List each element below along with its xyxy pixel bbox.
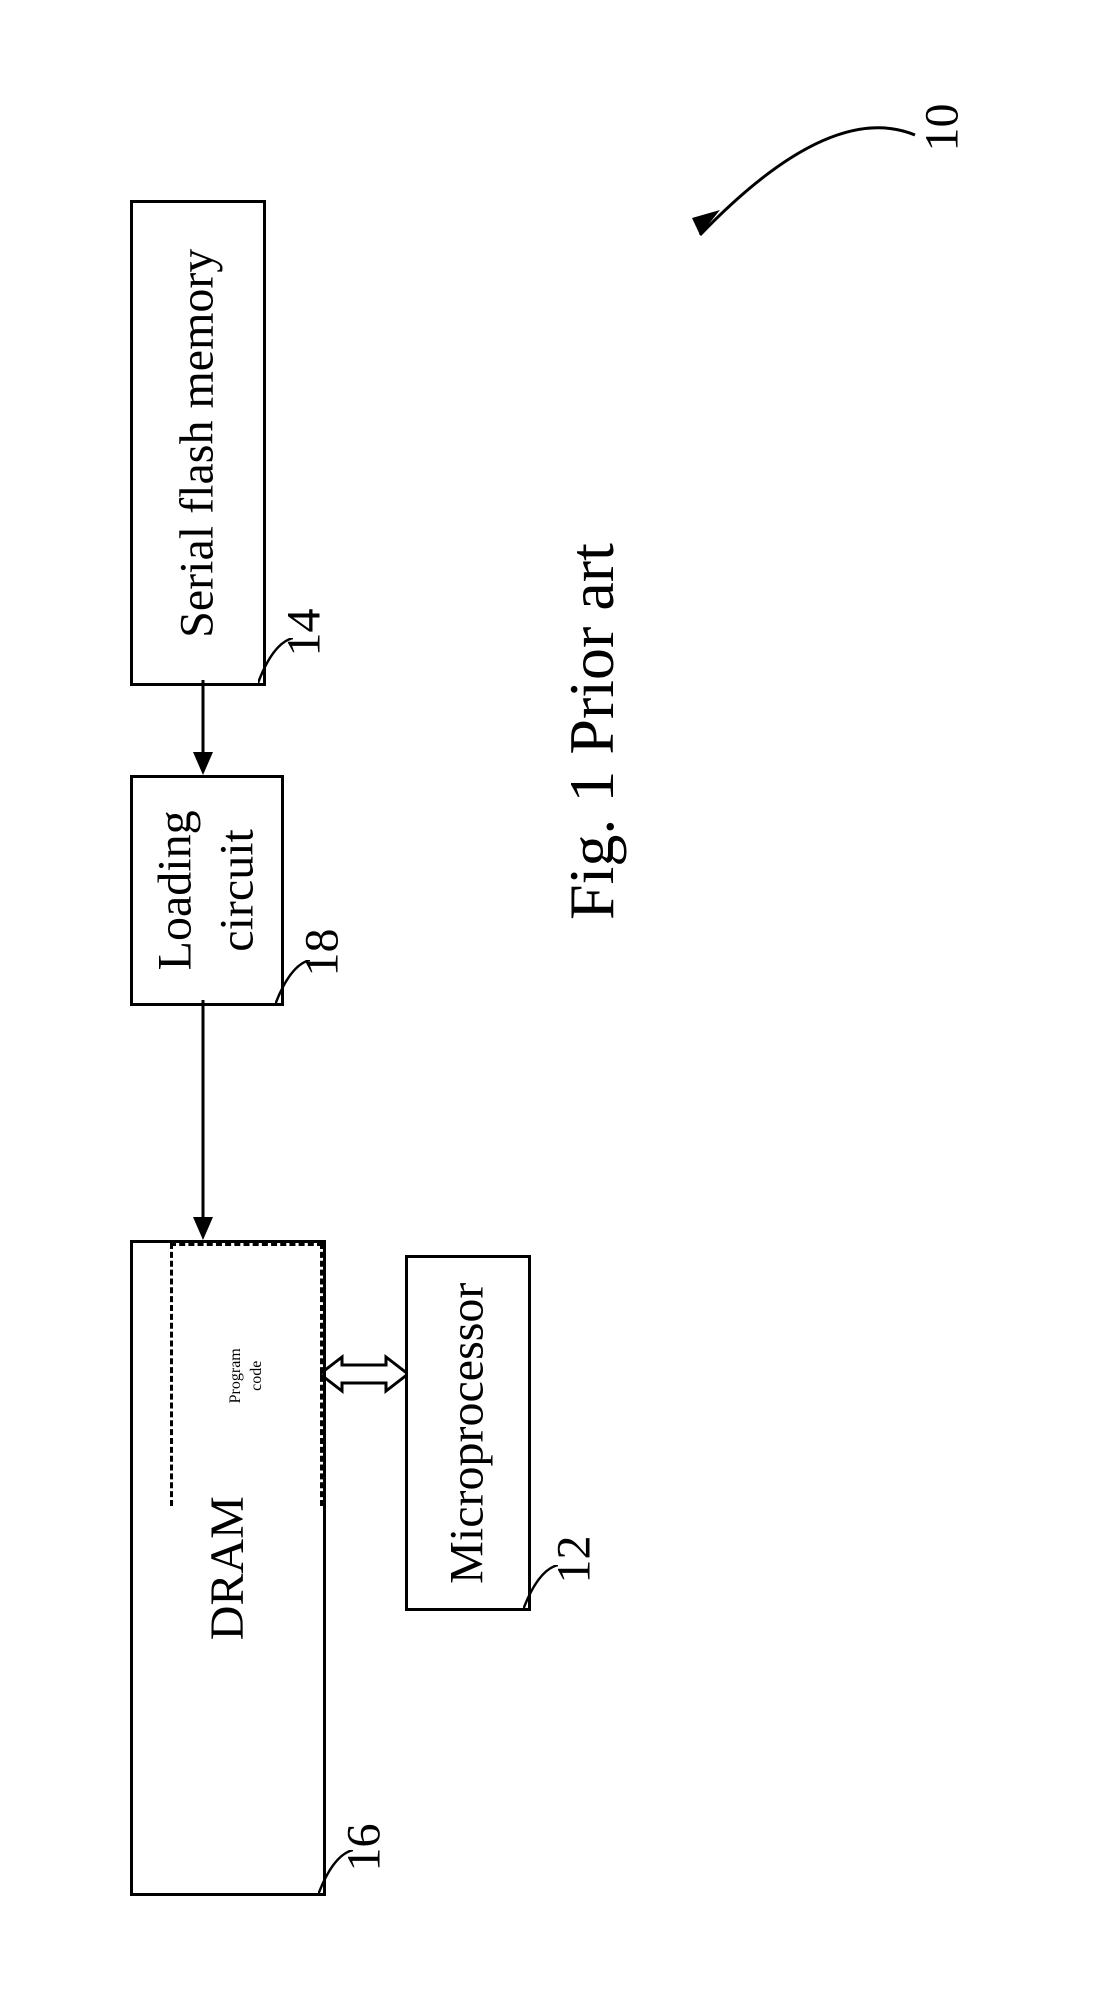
ref-10: 10 [915,104,970,152]
microprocessor-block: Microprocessor [405,1255,531,1611]
leader-14 [258,638,293,683]
arrow-flash-to-loading [188,680,218,780]
loading-circuit-block: Loadingcircuit [130,775,284,1006]
arrow-10 [680,90,920,260]
leader-18 [275,960,310,1005]
serial-flash-block: Serial flash memory [130,200,266,686]
leader-12 [523,1565,558,1610]
arrow-loading-to-dram [188,1000,218,1245]
serial-flash-label: Serial flash memory [167,248,229,637]
loading-circuit-label: Loadingcircuit [145,811,270,971]
figure-caption: Fig. 1 Prior art [555,543,629,920]
double-arrow-dram-microprocessor [320,1349,408,1399]
program-code-label: Programcode [226,1348,268,1403]
program-code-block: Programcode [170,1243,323,1506]
microprocessor-label: Microprocessor [437,1282,499,1583]
dram-label: DRAM [197,1496,259,1640]
leader-16 [318,1850,353,1895]
